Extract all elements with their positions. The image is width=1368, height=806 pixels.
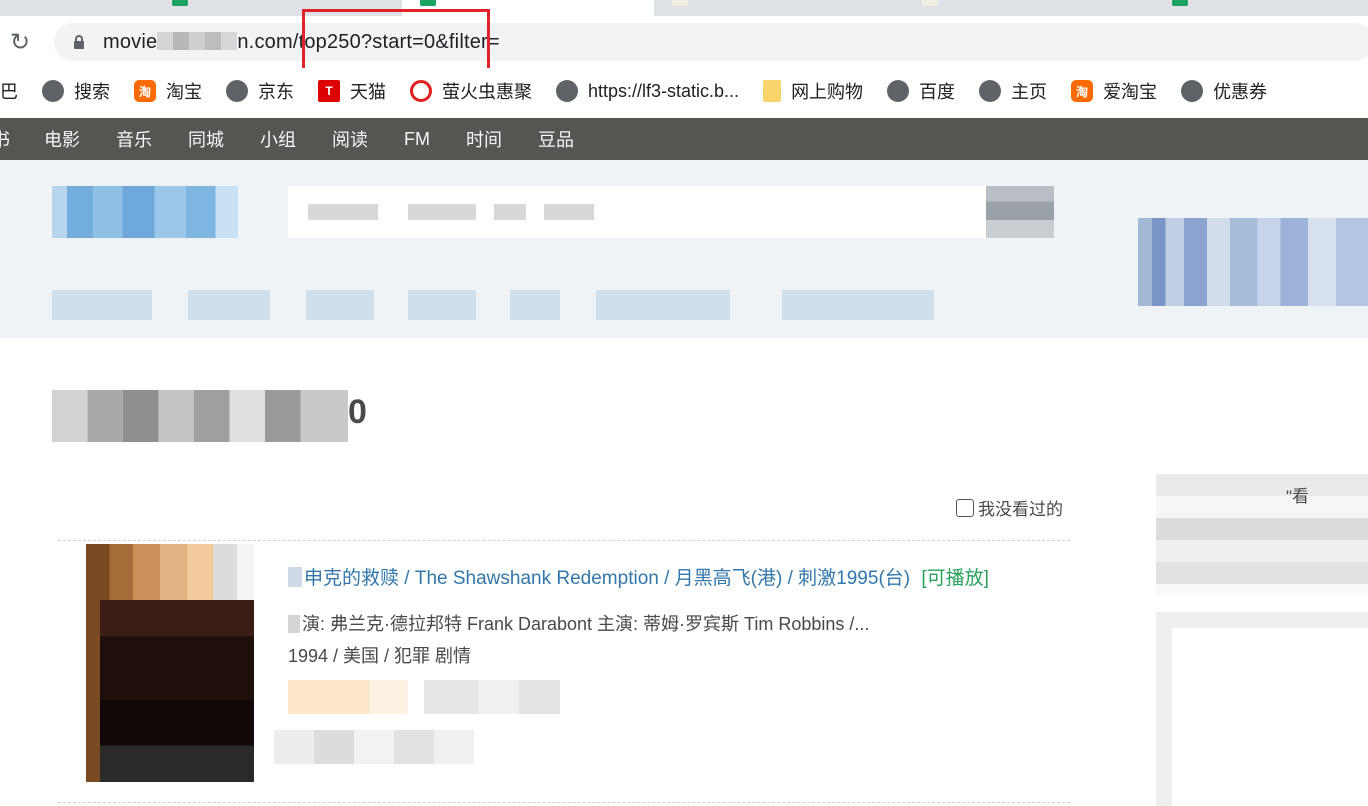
bookmark-item[interactable]: 萤火虫惠聚	[410, 78, 532, 104]
movie-title-en: / The Shawshank Redemption	[404, 568, 659, 589]
nav-item-time[interactable]: 时间	[466, 126, 502, 152]
site-header	[0, 160, 1368, 338]
movie-credits-row: 演: 弗兰克·德拉邦特 Frank Darabont 主演: 蒂姆·罗宾斯 Ti…	[288, 610, 869, 636]
bookmark-item[interactable]: 巴	[0, 78, 18, 104]
globe-icon	[42, 80, 64, 102]
movie-rating-redacted	[288, 680, 560, 714]
bookmark-item[interactable]: 百度	[887, 78, 955, 104]
tab-strip	[0, 0, 1368, 16]
tmall-icon: T	[318, 80, 340, 102]
globe-icon	[887, 80, 910, 102]
checkbox[interactable]	[956, 498, 974, 517]
bookmark-item[interactable]: 网上购物	[763, 78, 863, 104]
search-input[interactable]	[288, 186, 988, 238]
sub-nav-item[interactable]	[510, 290, 560, 320]
bookmark-label: 优惠券	[1213, 82, 1268, 102]
sub-nav-item[interactable]	[188, 290, 270, 320]
bookmark-item[interactable]: https://lf3-static.b...	[556, 80, 739, 102]
movie-meta: 1994 / 美国 / 犯罪 剧情	[288, 646, 472, 666]
bookmark-label: 网上购物	[791, 82, 864, 102]
tab-favicon[interactable]	[922, 0, 938, 6]
divider	[58, 540, 1070, 541]
sub-nav-item[interactable]	[408, 290, 476, 320]
unwatched-filter[interactable]: 我没看过的	[956, 495, 1063, 520]
bookmark-label: 百度	[919, 82, 956, 102]
nav-item-music[interactable]: 音乐	[116, 126, 152, 152]
nav-item-market[interactable]: 豆品	[538, 126, 574, 152]
divider	[58, 802, 1070, 803]
nav-item-local[interactable]: 同城	[188, 126, 224, 152]
bookmark-item[interactable]: T 天猫	[318, 78, 386, 104]
nav-item-group[interactable]: 小组	[260, 126, 296, 152]
bookmark-item[interactable]: 搜索	[42, 78, 110, 104]
taobao-icon: 淘	[1071, 80, 1094, 102]
sidebar-snippet: "看	[1286, 487, 1310, 506]
reload-icon[interactable]: ↻	[6, 28, 34, 56]
bookmark-item[interactable]: 京东	[226, 78, 294, 104]
redacted-domain	[157, 32, 238, 50]
bookmark-label: 淘宝	[166, 82, 202, 102]
nav-item-book[interactable]: 书	[0, 126, 10, 152]
bookmark-label: 萤火虫惠聚	[442, 82, 532, 102]
bookmarks-bar: 巴 搜索 淘淘宝 京东 T 天猫 萤火虫惠聚 https://lf3-static…	[0, 68, 1368, 114]
redacted-text	[288, 567, 302, 587]
sub-nav-item[interactable]	[596, 290, 730, 320]
bookmark-label: 主页	[1011, 82, 1048, 102]
page-title: 0	[348, 393, 367, 431]
globe-icon	[1181, 80, 1204, 102]
tab-favicon[interactable]	[1172, 0, 1188, 6]
movie-title-link[interactable]: 申克的救赎 / The Shawshank Redemption / 月黑高飞(…	[288, 563, 989, 590]
nav-item-fm[interactable]: FM	[404, 129, 430, 150]
highlight-box	[302, 9, 490, 72]
globe-icon	[556, 80, 578, 102]
header-banner[interactable]	[1138, 218, 1368, 306]
tab-favicon[interactable]	[172, 0, 188, 6]
bookmark-label: 天猫	[350, 82, 386, 102]
bookmark-label: 爱淘宝	[1103, 82, 1158, 102]
globe-icon	[226, 80, 248, 102]
bookmark-label: https://lf3-static.b...	[588, 80, 740, 101]
site-nav: 书 电影 音乐 同城 小组 阅读 FM 时间 豆品	[0, 118, 1368, 160]
url-domain-suffix: n.com	[237, 31, 293, 53]
sub-nav-item[interactable]	[782, 290, 934, 320]
bookmark-item[interactable]: 淘淘宝	[134, 78, 202, 104]
nav-item-movie[interactable]: 电影	[44, 126, 80, 152]
sub-nav-item[interactable]	[52, 290, 152, 320]
globe-icon	[979, 80, 1002, 102]
bookmark-label: 巴	[0, 82, 18, 102]
firefly-icon	[410, 80, 432, 102]
site-logo[interactable]	[52, 186, 238, 238]
nav-item-read[interactable]: 阅读	[332, 126, 368, 152]
sidebar-intro-redacted	[1156, 474, 1368, 596]
bookmark-item[interactable]: 主页	[979, 78, 1047, 104]
movie-title-alt: / 月黑高飞(港) / 刺激1995(台)	[664, 568, 911, 589]
sidebar-panel	[1156, 612, 1368, 806]
movie-title-cn: 申克的救赎	[304, 568, 400, 589]
tab-favicon[interactable]	[672, 0, 688, 6]
taobao-icon: 淘	[134, 80, 156, 102]
checkbox-label: 我没看过的	[978, 500, 1063, 519]
search-button[interactable]	[986, 186, 1054, 238]
lock-icon[interactable]	[74, 35, 84, 49]
bookmark-label: 京东	[258, 82, 294, 102]
page-title-redacted	[52, 390, 348, 442]
sub-nav-item[interactable]	[306, 290, 374, 320]
movie-quote-redacted	[274, 730, 474, 764]
omnibox[interactable]: movie n.com/top250?start=0&filter=	[54, 23, 1368, 61]
url-prefix: movie	[103, 31, 158, 53]
address-bar-row: ↻ movie n.com/top250?start=0&filter=	[0, 16, 1368, 68]
bookmark-item[interactable]: 淘爱淘宝	[1071, 78, 1157, 104]
movie-credits: 演: 弗兰克·德拉邦特 Frank Darabont 主演: 蒂姆·罗宾斯 Ti…	[302, 614, 870, 634]
folder-icon	[763, 80, 782, 102]
bookmark-label: 搜索	[74, 82, 110, 102]
playable-badge[interactable]: [可播放]	[921, 568, 989, 589]
movie-poster-shade	[100, 600, 254, 782]
redacted-text	[288, 615, 300, 633]
bookmark-item[interactable]: 优惠券	[1181, 78, 1267, 104]
tab-favicon	[420, 0, 436, 6]
